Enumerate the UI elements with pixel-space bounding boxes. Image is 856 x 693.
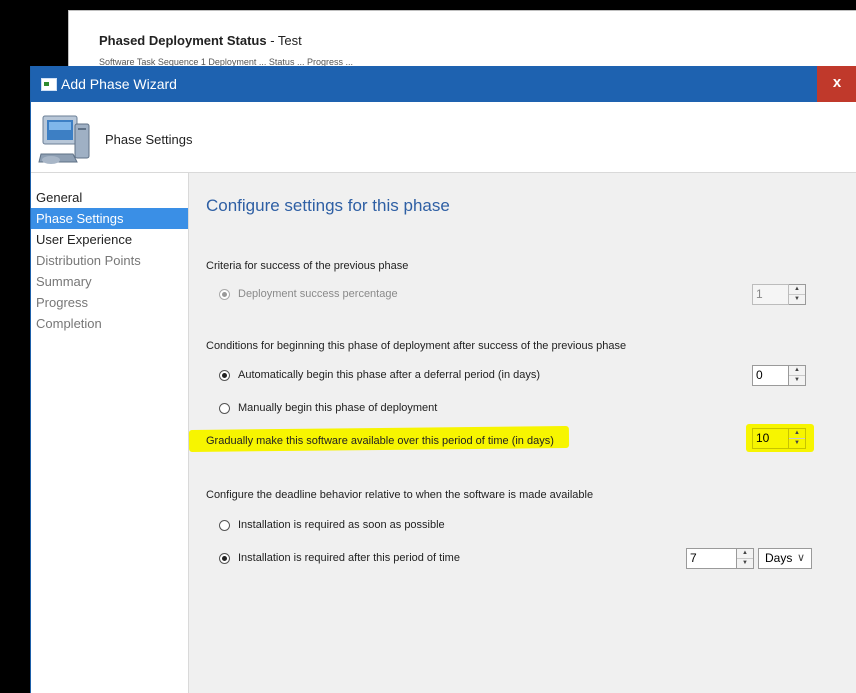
add-phase-wizard-dialog: Add Phase Wizard x Phase Settings Genera…	[30, 66, 856, 693]
deferral-days-spinner[interactable]: 0 ▲ ▼	[752, 365, 806, 386]
page-title: Phase Settings	[105, 132, 193, 147]
success-percentage-option: Deployment success percentage	[219, 288, 398, 300]
chevron-down-icon[interactable]: ∨	[797, 549, 805, 568]
success-percentage-value: 1	[752, 284, 789, 305]
wizard-app-icon	[41, 78, 57, 91]
spin-up-icon[interactable]: ▲	[789, 429, 805, 438]
deadline-unit-select[interactable]: Days ∨	[758, 548, 812, 569]
gradual-days-input[interactable]: 10	[752, 428, 789, 449]
spin-down-icon[interactable]: ▼	[789, 375, 805, 385]
wizard-header: Phase Settings	[31, 102, 856, 173]
deferral-days-input[interactable]: 0	[752, 365, 789, 386]
nav-item-general[interactable]: General	[31, 187, 188, 208]
gradual-availability-label: Gradually make this software available o…	[206, 435, 554, 447]
nav-item-phase-settings[interactable]: Phase Settings	[31, 208, 188, 229]
manual-begin-option[interactable]: Manually begin this phase of deployment	[219, 402, 437, 414]
spin-up-icon[interactable]: ▲	[789, 366, 805, 375]
deadline-label: Configure the deadline behavior relative…	[206, 489, 594, 501]
after-period-radio[interactable]	[219, 552, 230, 564]
spin-up-icon[interactable]: ▲	[737, 549, 753, 558]
title-bar[interactable]: Add Phase Wizard x	[31, 66, 856, 102]
background-window: Phased Deployment Status - Test Software…	[68, 10, 856, 72]
close-button[interactable]: x	[817, 66, 856, 102]
nav-item-progress: Progress	[36, 295, 89, 310]
after-period-option[interactable]: Installation is required after this peri…	[219, 552, 460, 564]
asap-option[interactable]: Installation is required as soon as poss…	[219, 519, 445, 531]
nav-item-summary: Summary	[36, 274, 92, 289]
spin-down-icon[interactable]: ▼	[789, 438, 805, 448]
success-percentage-radio	[219, 288, 230, 300]
wizard-nav: General Phase Settings User Experience D…	[31, 173, 188, 693]
deadline-period-input[interactable]: 7	[686, 548, 737, 569]
auto-begin-radio[interactable]	[219, 369, 230, 381]
auto-begin-option[interactable]: Automatically begin this phase after a d…	[219, 369, 540, 381]
nav-item-distribution-points: Distribution Points	[36, 253, 141, 268]
criteria-label: Criteria for success of the previous pha…	[206, 260, 409, 272]
manual-begin-radio[interactable]	[219, 402, 230, 414]
background-window-title: Phased Deployment Status - Test	[99, 33, 302, 48]
spin-down-icon: ▼	[789, 294, 805, 304]
success-percentage-spinner: 1 ▲ ▼	[752, 284, 806, 305]
deadline-period-spinner[interactable]: 7 ▲ ▼	[686, 548, 754, 569]
spin-down-icon[interactable]: ▼	[737, 558, 753, 568]
window-title: Add Phase Wizard	[61, 76, 177, 92]
spin-up-icon: ▲	[794, 286, 800, 292]
nav-item-user-experience[interactable]: User Experience	[31, 229, 188, 250]
content-heading: Configure settings for this phase	[206, 196, 450, 215]
gradual-days-spinner[interactable]: 10 ▲ ▼	[752, 428, 806, 449]
asap-radio[interactable]	[219, 519, 230, 531]
content-panel: Configure settings for this phase Criter…	[188, 173, 856, 693]
computer-icon	[38, 115, 90, 164]
conditions-label: Conditions for beginning this phase of d…	[206, 340, 627, 352]
nav-item-completion: Completion	[36, 316, 102, 331]
